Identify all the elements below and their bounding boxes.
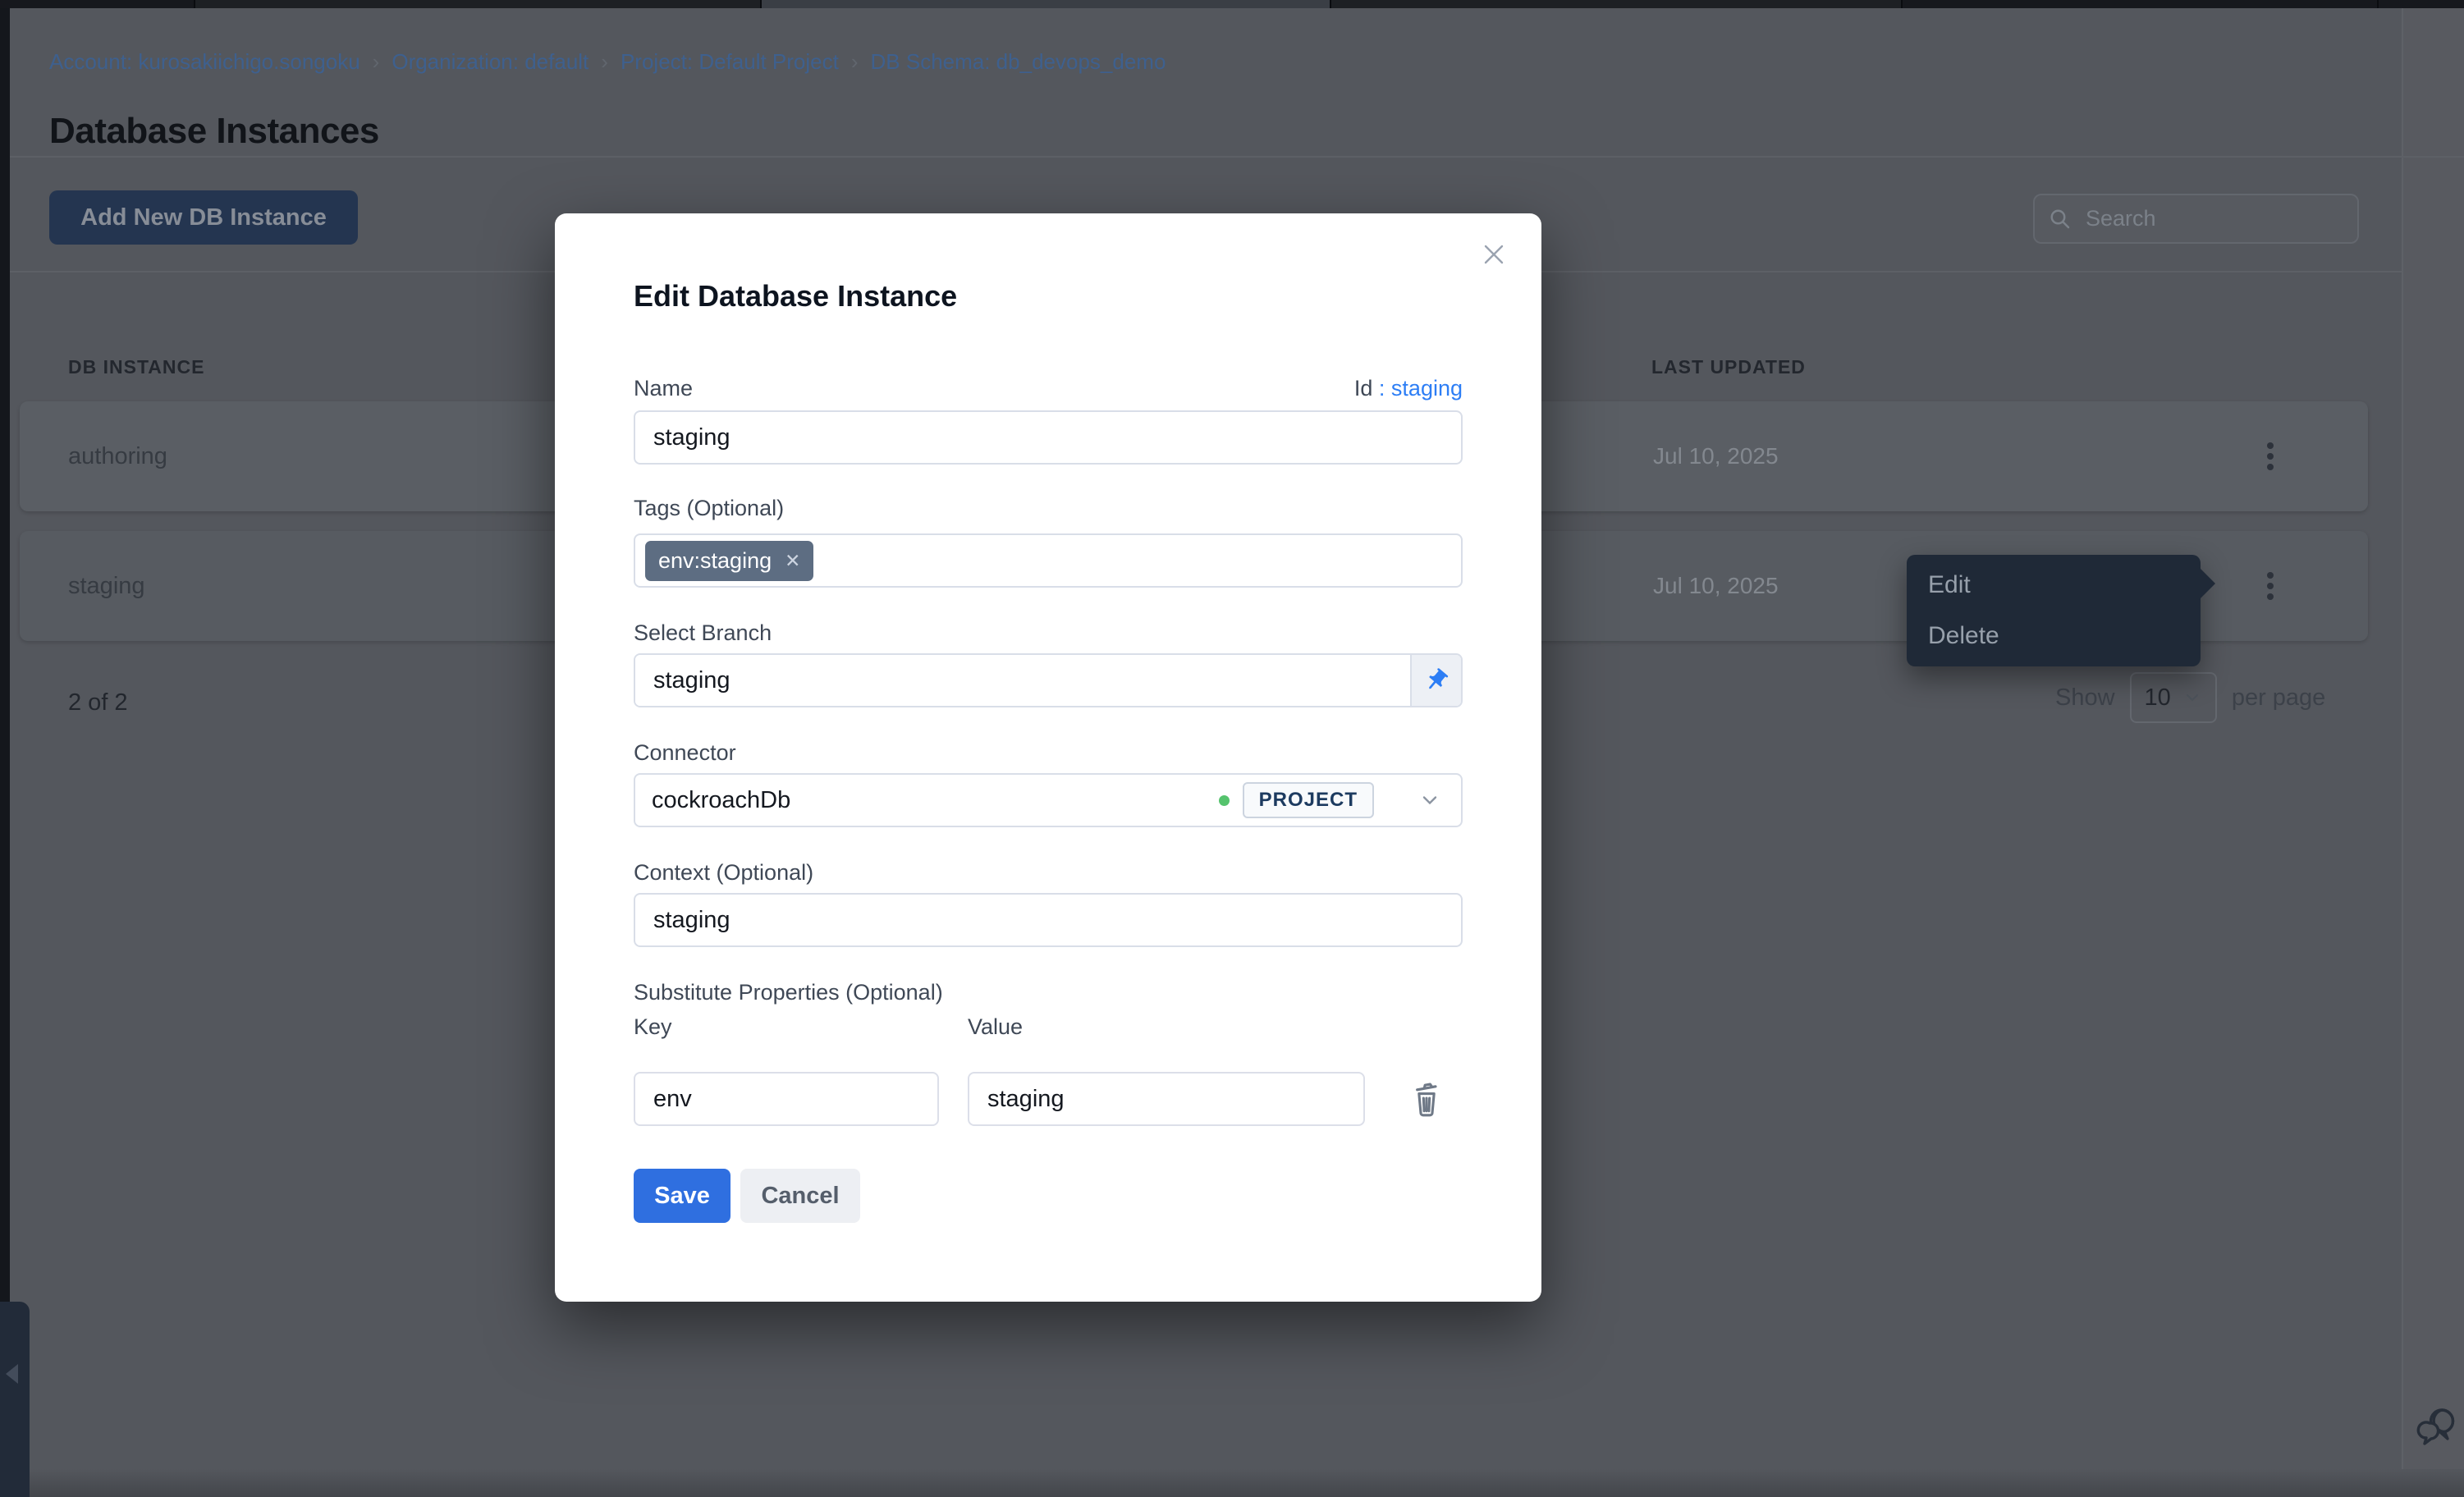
instance-id: Id : staging	[1354, 376, 1463, 401]
breadcrumb-schema-link[interactable]: DB Schema: db_devops_demo	[871, 49, 1166, 75]
scroll-gutter	[2403, 8, 2464, 1497]
db-instance-name: staging	[68, 531, 145, 641]
branch-label: Select Branch	[634, 620, 772, 646]
show-label: Show	[2055, 684, 2115, 712]
search-input[interactable]	[2084, 205, 2344, 232]
sidebar-collapse-tab[interactable]	[0, 1302, 30, 1497]
connector-status-dot	[1219, 795, 1230, 806]
browser-tab	[195, 0, 762, 8]
context-menu-edit[interactable]: Edit	[1907, 560, 2201, 611]
browser-tab-strip	[0, 0, 2464, 8]
branch-input[interactable]	[635, 655, 1410, 706]
column-header-last-updated: LAST UPDATED	[1651, 356, 1806, 378]
browser-tab-active	[762, 0, 1331, 8]
delete-property-button[interactable]	[1408, 1078, 1445, 1119]
tag-remove-icon[interactable]: ✕	[785, 552, 800, 570]
context-label: Context (Optional)	[634, 860, 813, 886]
tag-chip: env:staging ✕	[645, 541, 813, 581]
edit-db-instance-modal: Edit Database Instance Name Id : staging…	[555, 213, 1541, 1302]
breadcrumb-separator: ›	[373, 49, 380, 75]
substitute-value-input[interactable]	[968, 1072, 1365, 1126]
add-db-instance-button[interactable]: Add New DB Instance	[49, 190, 358, 245]
db-instance-name: authoring	[68, 401, 167, 511]
row-actions-kebab-icon[interactable]	[2251, 401, 2290, 511]
breadcrumb-separator: ›	[851, 49, 859, 75]
cancel-button[interactable]: Cancel	[740, 1169, 860, 1223]
last-updated-value: Jul 10, 2025	[1653, 401, 1779, 511]
connector-scope-badge: PROJECT	[1243, 782, 1374, 818]
id-label: Id	[1354, 376, 1373, 401]
name-label: Name	[634, 376, 693, 401]
modal-title: Edit Database Instance	[634, 279, 957, 314]
pin-branch-button[interactable]	[1410, 655, 1461, 706]
search-icon	[2048, 207, 2072, 231]
breadcrumb-account-link[interactable]: Account: kurosakiichigo.songoku	[49, 49, 360, 75]
context-menu-delete[interactable]: Delete	[1907, 611, 2201, 662]
context-menu-pointer	[2199, 567, 2215, 600]
row-count-label: 2 of 2	[68, 689, 128, 716]
breadcrumb-organization-link[interactable]: Organization: default	[392, 49, 589, 75]
chevron-down-icon	[1418, 789, 1441, 812]
key-label: Key	[634, 1014, 672, 1040]
browser-tab	[1903, 0, 2379, 8]
page-size-select[interactable]: 10	[2130, 672, 2217, 723]
row-context-menu: Edit Delete	[1907, 555, 2201, 666]
search-box[interactable]	[2033, 194, 2359, 244]
pin-icon	[1423, 667, 1450, 694]
trash-icon	[1408, 1078, 1445, 1119]
id-value-link[interactable]: staging	[1391, 376, 1463, 401]
breadcrumb-separator: ›	[601, 49, 608, 75]
page-title: Database Instances	[49, 111, 379, 152]
last-updated-value: Jul 10, 2025	[1653, 531, 1779, 641]
tags-input[interactable]: env:staging ✕	[634, 533, 1463, 588]
row-actions-kebab-icon[interactable]	[2251, 531, 2290, 641]
tag-chip-text: env:staging	[658, 548, 772, 574]
connector-label: Connector	[634, 740, 736, 766]
connector-select[interactable]: cockroachDb PROJECT	[634, 773, 1463, 827]
bottom-shade	[10, 1469, 2464, 1497]
branch-field	[634, 653, 1463, 707]
browser-tab	[0, 0, 195, 8]
close-icon[interactable]	[1474, 235, 1514, 274]
breadcrumb-project-link[interactable]: Project: Default Project	[621, 49, 839, 75]
per-page-label: per page	[2232, 684, 2326, 712]
substitute-properties-label: Substitute Properties (Optional)	[634, 980, 943, 1005]
tags-label: Tags (Optional)	[634, 496, 784, 521]
connector-value: cockroachDb	[652, 787, 790, 814]
content-right-divider	[2402, 8, 2403, 1497]
chevron-down-icon	[2182, 688, 2202, 707]
breadcrumb: Account: kurosakiichigo.songoku › Organi…	[49, 49, 1166, 75]
collapse-arrow-icon	[6, 1364, 18, 1384]
pagination-controls: Show 10 per page	[2055, 671, 2325, 724]
browser-tab	[1331, 0, 1903, 8]
page-size-value: 10	[2145, 684, 2171, 712]
value-label: Value	[968, 1014, 1023, 1040]
chat-bubbles-icon	[2415, 1403, 2461, 1453]
column-header-db-instance: DB INSTANCE	[68, 356, 204, 378]
id-separator: :	[1379, 376, 1391, 401]
header-divider	[10, 156, 2464, 158]
context-input[interactable]	[634, 893, 1463, 947]
save-button[interactable]: Save	[634, 1169, 730, 1223]
substitute-key-input[interactable]	[634, 1072, 939, 1126]
name-input[interactable]	[634, 410, 1463, 465]
support-chat-button[interactable]	[2415, 1403, 2461, 1453]
